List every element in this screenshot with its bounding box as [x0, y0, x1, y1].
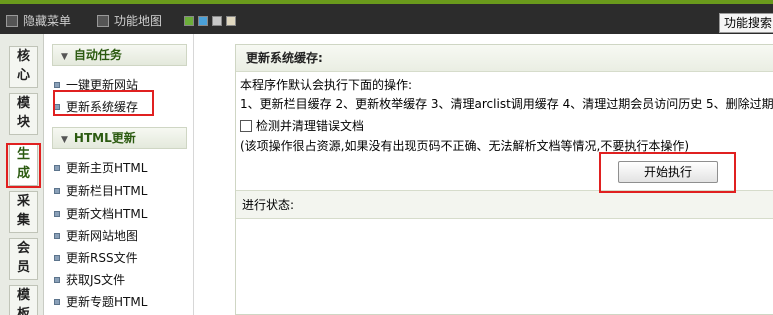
tab-module-char-2: 块 [16, 115, 30, 130]
menu-section-auto-task[interactable]: ▼ 自动任务 [52, 44, 187, 66]
menu-item-update-sitemap[interactable]: 更新网站地图 [54, 228, 138, 244]
bullet-icon [54, 233, 60, 239]
cleanup-checkbox[interactable] [240, 120, 252, 132]
bullet-icon [54, 255, 60, 261]
tab-member-char-1: 会 [16, 241, 30, 256]
hide-menu-label: 隐藏菜单 [23, 14, 72, 28]
bullet-icon [54, 188, 60, 194]
menu-item-label: 更新专题HTML [66, 295, 148, 309]
collapse-arrow-icon: ▼ [61, 52, 68, 62]
menu-item-update-home[interactable]: 更新主页HTML [54, 160, 147, 176]
tab-core[interactable]: 核 心 [9, 46, 38, 88]
cleanup-checkbox-row[interactable]: 检测并清理错误文档 [240, 118, 364, 134]
tab-module[interactable]: 模 块 [9, 93, 38, 135]
operations-text: 1、更新栏目缓存 2、更新枚举缓存 3、清理arclist调用缓存 4、清理过期… [240, 97, 773, 111]
tab-module-char-1: 模 [16, 96, 30, 111]
bullet-icon [54, 82, 60, 88]
theme-swatch-gray[interactable] [212, 16, 222, 26]
bullet-icon [54, 277, 60, 283]
feature-map-icon [97, 14, 109, 27]
cleanup-checkbox-label: 检测并清理错误文档 [256, 119, 365, 133]
intro-text: 本程序作默认会执行下面的操作: [240, 78, 413, 92]
tab-template-char-1: 模 [16, 288, 30, 303]
theme-swatch-beige[interactable] [226, 16, 236, 26]
menu-item-get-js[interactable]: 获取JS文件 [54, 272, 125, 288]
menu-item-label: 更新栏目HTML [66, 184, 148, 198]
theme-swatch-green[interactable] [184, 16, 194, 26]
highlight-update-cache-item [53, 90, 154, 116]
collapse-arrow-icon: ▼ [61, 135, 68, 145]
tab-template[interactable]: 模 板 [9, 285, 38, 315]
menu-item-label: 更新网站地图 [66, 229, 139, 243]
feature-map-link[interactable]: 功能地图 [97, 12, 162, 29]
menu-item-label: 更新文档HTML [66, 207, 148, 221]
panel-title: 更新系统缓存: [236, 45, 773, 72]
side-menu: ▼ 自动任务 一键更新网站 更新系统缓存 ▼ HTML更新 更新主页HTML 更新栏… [44, 34, 194, 315]
menu-item-label: 更新主页HTML [66, 161, 148, 175]
menu-item-update-column[interactable]: 更新栏目HTML [54, 183, 147, 199]
menu-section-html-update-label: HTML更新 [73, 131, 136, 145]
highlight-generate-tab [6, 143, 41, 188]
tab-core-char-1: 核 [16, 49, 30, 64]
menu-section-html-update[interactable]: ▼ HTML更新 [52, 127, 187, 149]
menu-item-update-topic[interactable]: 更新专题HTML [54, 294, 147, 310]
feature-search-button[interactable]: 功能搜索 [719, 13, 773, 33]
menu-item-update-rss[interactable]: 更新RSS文件 [54, 250, 138, 266]
status-label: 进行状态: [236, 191, 773, 219]
top-bar: 隐藏菜单 功能地图 功能搜索 [0, 0, 773, 34]
hide-menu-link[interactable]: 隐藏菜单 [6, 12, 71, 29]
highlight-run-button [599, 152, 736, 193]
menu-section-auto-task-label: 自动任务 [73, 48, 122, 62]
tab-collect-char-1: 采 [16, 194, 30, 209]
bullet-icon [54, 299, 60, 305]
tab-member-char-2: 员 [16, 260, 30, 275]
tab-core-char-2: 心 [16, 68, 30, 83]
feature-map-label: 功能地图 [114, 14, 163, 28]
tab-template-char-2: 板 [16, 307, 30, 315]
tab-collect-char-2: 集 [16, 213, 30, 228]
tab-collect[interactable]: 采 集 [9, 191, 38, 233]
menu-item-label: 更新RSS文件 [66, 251, 138, 265]
tab-member[interactable]: 会 员 [9, 238, 38, 280]
menu-item-label: 获取JS文件 [66, 273, 126, 287]
hide-menu-icon [6, 14, 18, 27]
bullet-icon [54, 165, 60, 171]
bullet-icon [54, 211, 60, 217]
theme-swatch-blue[interactable] [198, 16, 208, 26]
menu-item-update-doc[interactable]: 更新文档HTML [54, 206, 147, 222]
